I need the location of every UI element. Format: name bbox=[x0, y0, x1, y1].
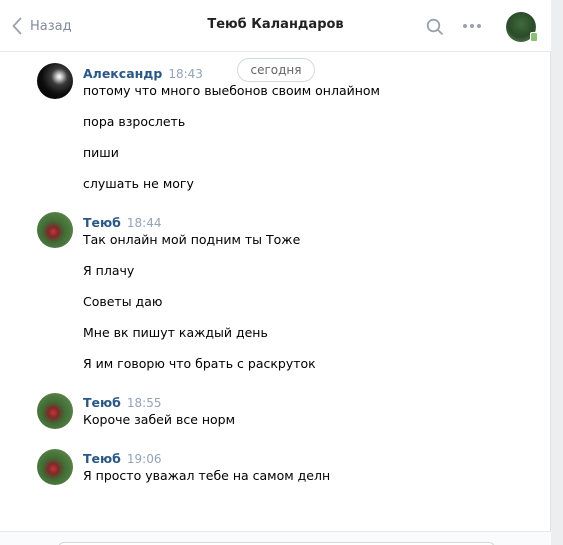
message-text: Советы даю bbox=[83, 294, 163, 309]
avatar[interactable] bbox=[37, 212, 73, 248]
message-text: пиши bbox=[83, 145, 119, 160]
message-text: пора взрослеть bbox=[83, 114, 186, 129]
chat-header: Назад Теюб Каландаров bbox=[0, 0, 551, 52]
search-button[interactable] bbox=[426, 18, 444, 40]
avatar[interactable] bbox=[37, 449, 73, 485]
message-text: Так онлайн мой подним ты Тоже bbox=[83, 232, 301, 247]
message-text: Короче забей все норм bbox=[83, 412, 236, 427]
online-mobile-icon bbox=[530, 32, 538, 42]
message-text: Я просто уважал тебе на самом делн bbox=[83, 468, 331, 483]
message-text: потому что много выебонов своим онлайном bbox=[83, 83, 380, 98]
more-dots-icon[interactable] bbox=[463, 24, 481, 28]
author-name[interactable]: Теюб 19:06 bbox=[83, 451, 161, 466]
message-composer bbox=[0, 531, 551, 545]
chat-panel: Назад Теюб Каландаров сегодня Александр 1… bbox=[0, 0, 551, 545]
message-time: 18:44 bbox=[126, 216, 162, 230]
message-text: Я им говорю что брать с раскруток bbox=[83, 356, 316, 371]
search-icon bbox=[426, 18, 443, 35]
author-name[interactable]: Александр 18:43 bbox=[83, 66, 203, 81]
author-name[interactable]: Теюб 18:55 bbox=[83, 395, 161, 410]
message-text: Я плачу bbox=[83, 263, 135, 278]
message-time: 19:06 bbox=[126, 452, 162, 466]
author-name[interactable]: Теюб 18:44 bbox=[83, 215, 161, 230]
avatar[interactable] bbox=[37, 393, 73, 429]
avatar[interactable] bbox=[506, 12, 538, 42]
message-time: 18:55 bbox=[126, 396, 162, 410]
message-time: 18:43 bbox=[168, 67, 203, 81]
message-text: слушать не могу bbox=[83, 176, 194, 191]
date-separator: сегодня bbox=[237, 58, 315, 82]
message-text: Мне вк пишут каждый день bbox=[83, 325, 268, 340]
avatar[interactable] bbox=[37, 63, 73, 99]
